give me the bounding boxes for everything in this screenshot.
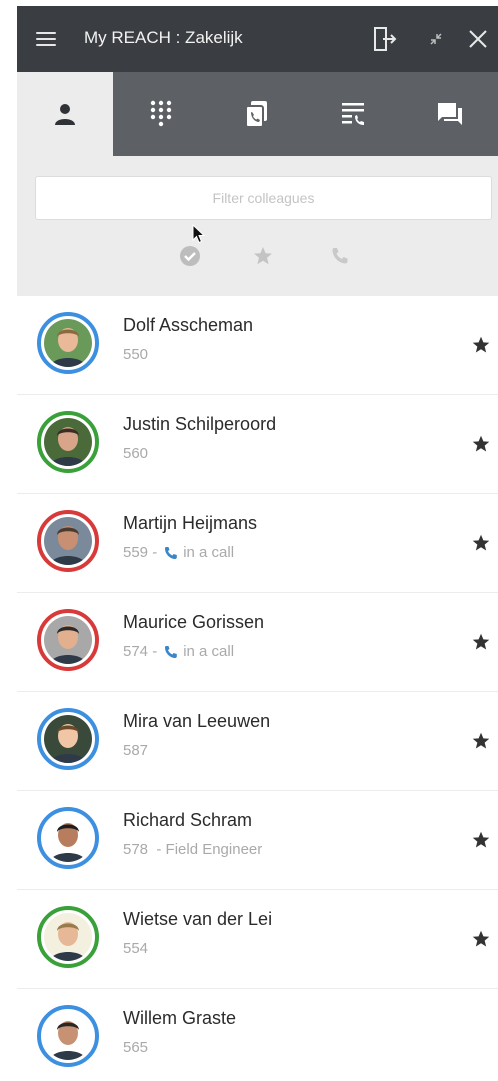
extension: 560: [123, 445, 149, 462]
colleague-list: Dolf Asscheman 550 Justin Schilperoord 560 M…: [17, 296, 498, 1081]
avatar: [37, 807, 99, 869]
colleague-name: Wietse van der Lei: [123, 909, 273, 929]
favorite-star-icon[interactable]: [470, 532, 492, 554]
extension: 565: [123, 1039, 149, 1056]
avatar-photo: [44, 1012, 92, 1060]
window-title: My REACH : Zakelijk: [84, 28, 243, 47]
colleague-name: Justin Schilperoord: [123, 414, 277, 434]
colleague-details: 565: [123, 1039, 148, 1056]
favorite-star-icon[interactable]: [470, 928, 492, 950]
chat-icon: [437, 103, 462, 125]
colleague-details: 559 - in a call: [123, 544, 234, 561]
colleague-row[interactable]: Justin Schilperoord 560: [17, 395, 498, 494]
extension: 554: [123, 940, 149, 957]
favorite-star-icon[interactable]: [470, 631, 492, 653]
colleague-details: 578 - Field Engineer: [123, 841, 262, 858]
colleague-name: Mira van Leeuwen: [123, 711, 271, 731]
favorite-star-icon[interactable]: [470, 829, 492, 851]
exit-door-icon[interactable]: [369, 24, 399, 54]
colleague-details: 554: [123, 940, 148, 957]
favorite-star-icon[interactable]: [470, 334, 492, 356]
colleague-details: 550: [123, 346, 148, 363]
colleague-row[interactable]: Mira van Leeuwen 587: [17, 692, 498, 791]
available-check-icon[interactable]: [178, 244, 202, 268]
person-icon: [55, 104, 75, 125]
mouse-cursor-icon: [192, 224, 206, 244]
avatar-photo: [44, 319, 92, 367]
colleague-name: Maurice Gorissen: [123, 612, 265, 632]
separator: -: [148, 643, 158, 660]
tab-colleagues[interactable]: [17, 72, 113, 156]
avatar-photo: [44, 913, 92, 961]
colleague-name: Martijn Heijmans: [123, 513, 258, 533]
hamburger-menu-icon[interactable]: [33, 26, 59, 52]
colleague-name: Richard Schram: [123, 810, 253, 830]
colleague-row[interactable]: Maurice Gorissen 574 - in a call: [17, 593, 498, 692]
colleague-row[interactable]: Richard Schram 578 - Field Engineer: [17, 791, 498, 890]
call-status: in a call: [183, 544, 235, 561]
separator: -: [148, 544, 158, 561]
colleague-details: 560: [123, 445, 148, 462]
avatar-photo: [44, 715, 92, 763]
avatar-photo: [44, 418, 92, 466]
phone-icon[interactable]: [328, 244, 352, 268]
minimize-arrows-icon[interactable]: [421, 24, 451, 54]
colleague-row[interactable]: Martijn Heijmans 559 - in a call: [17, 494, 498, 593]
reach-app-window: My REACH : Zakelijk Filter colleagues Do…: [17, 6, 498, 1081]
call-status: in a call: [183, 643, 235, 660]
tab-dialpad[interactable]: [113, 72, 209, 156]
avatar: [37, 708, 99, 770]
avatar-photo: [44, 616, 92, 664]
queue-list-icon: [342, 103, 364, 125]
avatar: [37, 510, 99, 572]
tab-call-history[interactable]: [209, 72, 305, 156]
colleague-details: 587: [123, 742, 148, 759]
filter-panel: [17, 156, 498, 296]
avatar: [37, 906, 99, 968]
colleague-name: Willem Graste: [123, 1008, 237, 1028]
call-history-icon: [245, 101, 267, 128]
avatar-photo: [44, 517, 92, 565]
colleague-name: Dolf Asscheman: [123, 315, 254, 335]
favorite-star-icon[interactable]: [470, 730, 492, 752]
colleague-row[interactable]: Willem Graste 565: [17, 989, 498, 1081]
avatar: [37, 411, 99, 473]
filter-toggle-group: [17, 244, 498, 270]
extension: 550: [123, 346, 149, 363]
favorite-star-icon[interactable]: [470, 433, 492, 455]
phone-icon: [165, 645, 178, 658]
extension: 587: [123, 742, 149, 759]
colleague-row[interactable]: Wietse van der Lei 554: [17, 890, 498, 989]
phone-icon: [165, 546, 178, 559]
avatar: [37, 312, 99, 374]
title-bar: My REACH : Zakelijk: [17, 6, 498, 72]
filter-colleagues-input[interactable]: [35, 176, 492, 220]
avatar: [37, 1005, 99, 1067]
close-icon[interactable]: [463, 24, 493, 54]
extension: 574: [123, 643, 149, 660]
colleague-details: 574 - in a call: [123, 643, 234, 660]
tab-chat[interactable]: [401, 72, 498, 156]
tab-bar: [17, 72, 498, 156]
separator: -: [148, 841, 166, 858]
colleague-row[interactable]: Dolf Asscheman 550: [17, 296, 498, 395]
dialpad-icon: [150, 100, 172, 127]
tab-queues[interactable]: [305, 72, 401, 156]
extension: 578: [123, 841, 149, 858]
favorite-star-icon[interactable]: [251, 244, 275, 268]
avatar-photo: [44, 814, 92, 862]
avatar: [37, 609, 99, 671]
extension: 559: [123, 544, 149, 561]
job-role: Field Engineer: [165, 841, 263, 858]
